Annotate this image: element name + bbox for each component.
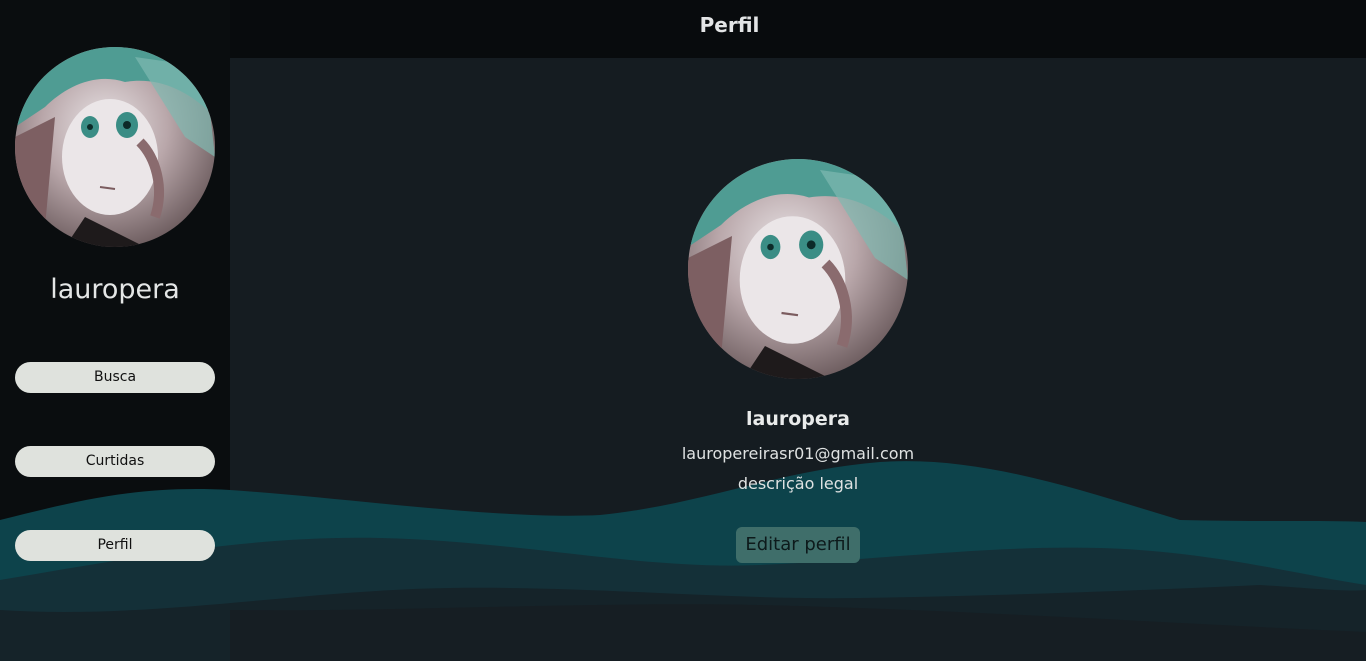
user-avatar-image-icon	[15, 47, 215, 247]
nav-busca-button[interactable]: Busca	[15, 362, 215, 393]
edit-profile-button[interactable]: Editar perfil	[736, 527, 860, 563]
profile-avatar	[688, 159, 908, 379]
top-bar: Perfil	[230, 0, 1366, 58]
profile-username: lauropera	[746, 408, 850, 430]
user-avatar-image-icon	[688, 159, 908, 379]
nav-curtidas-button[interactable]: Curtidas	[15, 446, 215, 477]
app-page: Perfil lauropera Busca Curtidas Perfil l…	[0, 0, 1366, 661]
profile-description: descrição legal	[737, 474, 859, 493]
sidebar-username: lauropera	[50, 274, 180, 305]
page-title: Perfil	[699, 13, 760, 37]
sidebar-avatar	[15, 47, 215, 247]
nav-perfil-button[interactable]: Perfil	[15, 530, 215, 561]
